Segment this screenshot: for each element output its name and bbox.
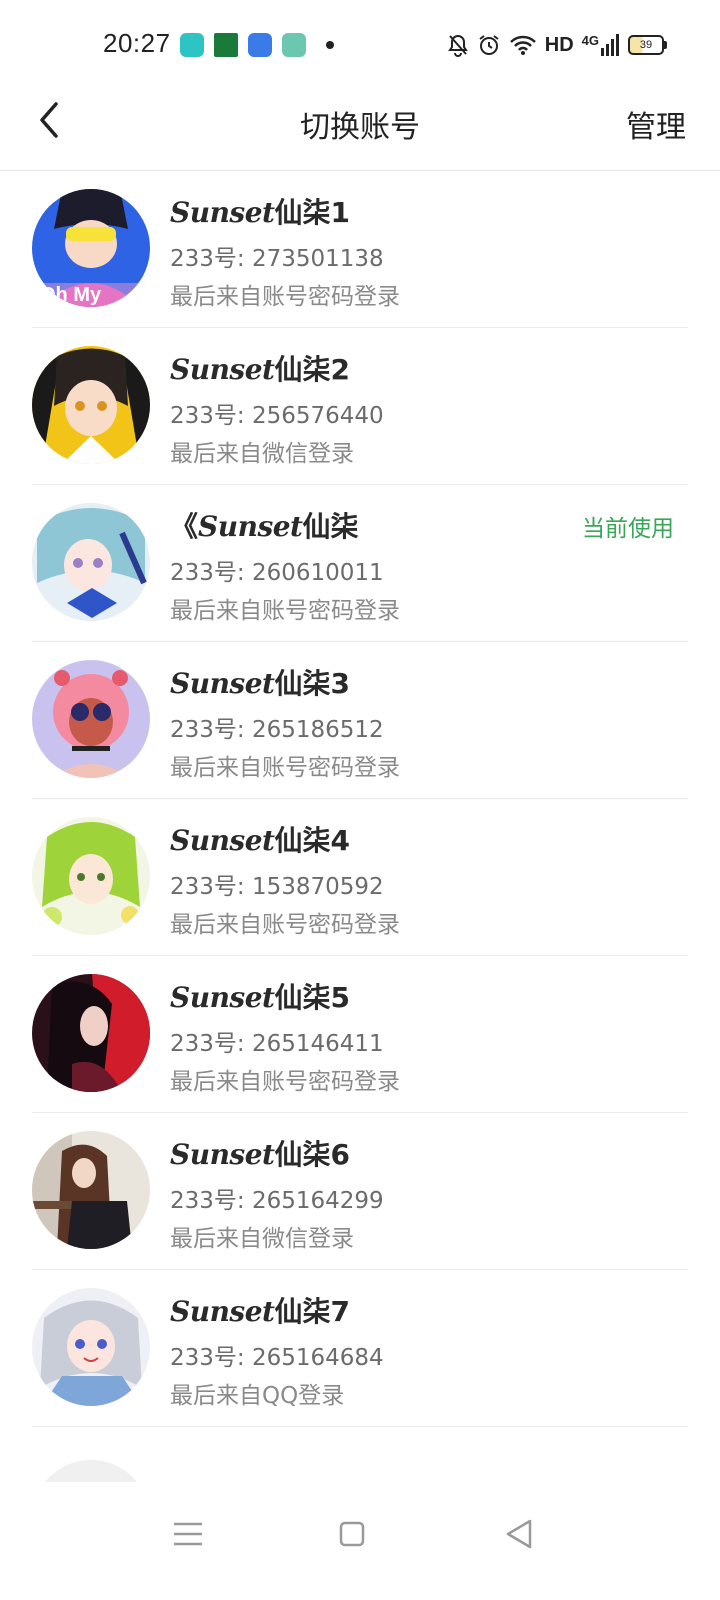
account-id: 233号: 260610011	[170, 560, 384, 586]
header: 切换账号 管理	[0, 88, 720, 171]
app-notification-icon-1	[180, 33, 204, 57]
account-row[interactable]: Sunset仙柒2 233号: 256576440 最后来自微信登录	[0, 328, 720, 485]
battery-level: 39	[639, 39, 653, 51]
account-last-login: 最后来自微信登录	[170, 1226, 354, 1252]
account-row[interactable]: Sunset仙柒5 233号: 265146411 最后来自账号密码登录	[0, 956, 720, 1113]
app-notification-icon-2	[214, 33, 238, 57]
account-last-login: 最后来自账号密码登录	[170, 912, 400, 938]
account-list: Oh My Sunset仙柒1 233号: 273501138 最后来自账号密码…	[0, 171, 720, 1427]
account-id: 233号: 265146411	[170, 1031, 384, 1057]
manage-button[interactable]: 管理	[626, 102, 686, 146]
account-row[interactable]: Sunset仙柒3 233号: 265186512 最后来自账号密码登录	[0, 642, 720, 799]
screen: 20:27 HD 4G 39 切换账号 管理 Oh My Sunset仙柒1 2…	[0, 0, 720, 1600]
menu-icon	[174, 1522, 202, 1546]
current-account-badge: 当前使用	[582, 516, 674, 542]
avatar	[32, 1131, 150, 1249]
avatar	[32, 974, 150, 1092]
avatar	[32, 817, 150, 935]
account-last-login: 最后来自账号密码登录	[170, 598, 400, 624]
signal-icon: 4G	[582, 34, 620, 56]
account-name: Sunset仙柒3	[170, 667, 350, 700]
avatar	[32, 346, 150, 464]
network-hd-label: HD	[544, 33, 574, 56]
row-divider	[32, 1426, 688, 1427]
wifi-icon	[509, 34, 537, 56]
account-name: Sunset仙柒2	[170, 353, 350, 386]
account-id: 233号: 153870592	[170, 874, 384, 900]
account-name: Sunset仙柒6	[170, 1138, 350, 1171]
account-id: 233号: 265164299	[170, 1188, 384, 1214]
app-notification-icon-4	[282, 33, 306, 57]
avatar	[32, 503, 150, 621]
alarm-icon	[477, 33, 501, 57]
back-nav-button[interactable]	[498, 1512, 542, 1556]
status-right-icons: HD 4G 39	[447, 30, 667, 60]
back-triangle-icon	[506, 1519, 532, 1549]
avatar	[32, 660, 150, 778]
account-id: 233号: 273501138	[170, 246, 384, 272]
account-id: 233号: 265186512	[170, 717, 384, 743]
menu-button[interactable]	[166, 1512, 210, 1556]
account-id: 233号: 256576440	[170, 403, 384, 429]
account-last-login: 最后来自微信登录	[170, 441, 354, 467]
account-row[interactable]: Sunset仙柒4 233号: 153870592 最后来自账号密码登录	[0, 799, 720, 956]
account-name: Sunset仙柒7	[170, 1295, 350, 1328]
app-notification-icon-3	[248, 33, 272, 57]
page-title: 切换账号	[300, 110, 420, 145]
account-row-current[interactable]: 《Sunset仙柒 233号: 260610011 最后来自账号密码登录 当前使…	[0, 485, 720, 642]
account-last-login: 最后来自账号密码登录	[170, 284, 400, 310]
navigation-bar	[0, 1482, 720, 1600]
account-last-login: 最后来自QQ登录	[170, 1383, 345, 1409]
account-name: Sunset仙柒4	[170, 824, 350, 857]
battery-icon: 39	[628, 35, 667, 55]
account-row[interactable]: Oh My Sunset仙柒1 233号: 273501138 最后来自账号密码…	[0, 171, 720, 328]
svg-text:Oh My: Oh My	[40, 284, 102, 306]
account-row[interactable]: Sunset仙柒7 233号: 265164684 最后来自QQ登录	[0, 1270, 720, 1427]
avatar	[32, 1288, 150, 1406]
notification-muted-icon	[447, 33, 469, 57]
account-name: Sunset仙柒1	[170, 196, 350, 229]
avatar: Oh My	[32, 189, 150, 307]
status-bar: 20:27 HD 4G 39	[0, 0, 720, 88]
account-last-login: 最后来自账号密码登录	[170, 755, 400, 781]
account-row[interactable]: Sunset仙柒6 233号: 265164299 最后来自微信登录	[0, 1113, 720, 1270]
home-button[interactable]	[330, 1512, 374, 1556]
account-name: Sunset仙柒5	[170, 981, 350, 1014]
account-name: 《Sunset仙柒	[170, 510, 359, 543]
account-last-login: 最后来自账号密码登录	[170, 1069, 400, 1095]
status-time: 20:27	[103, 28, 171, 58]
more-notifications-dot	[326, 41, 334, 49]
home-square-icon	[339, 1521, 365, 1547]
network-type-label: 4G	[581, 33, 599, 48]
account-id: 233号: 265164684	[170, 1345, 384, 1371]
